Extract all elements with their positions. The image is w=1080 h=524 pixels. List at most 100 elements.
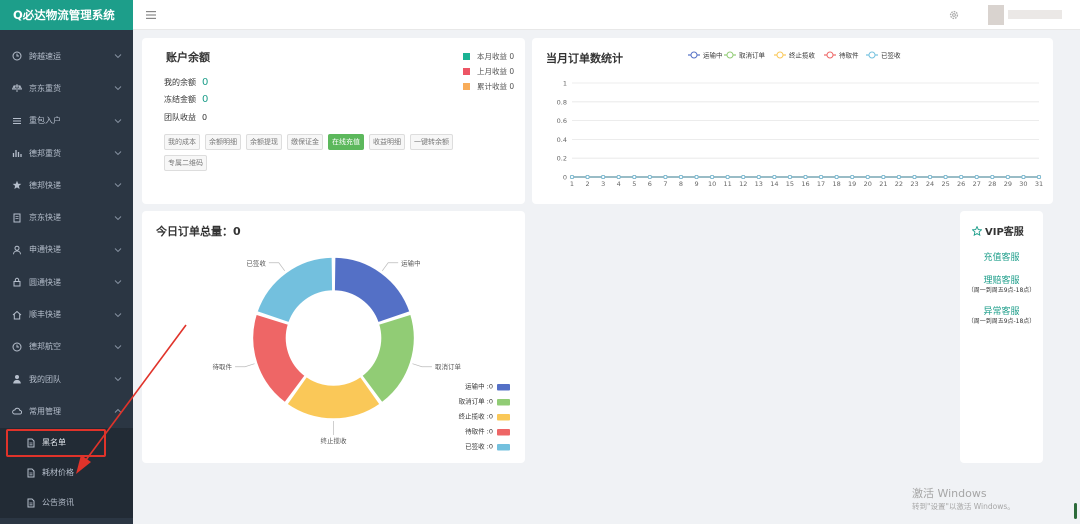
legend-label: 终止揽收 :0	[459, 412, 493, 421]
file-icon	[27, 468, 35, 478]
legend-item[interactable]: 终止揽收 :0	[459, 412, 510, 421]
scrollbar-thumb[interactable]	[1074, 503, 1077, 519]
avatar[interactable]	[988, 5, 1004, 25]
legend-item[interactable]: 已签收 :0	[465, 442, 510, 451]
data-point	[896, 174, 901, 180]
windows-activation-hint: 转到"设置"以激活 Windows。	[912, 502, 1015, 511]
legend-label: 待取件	[839, 51, 859, 60]
sidebar-item[interactable]: 京东重货	[0, 72, 133, 104]
data-point	[1021, 174, 1026, 180]
donut-slice[interactable]	[256, 256, 334, 324]
data-point	[912, 174, 917, 180]
legend-item[interactable]: 取消订单	[724, 51, 766, 60]
x-tick-label: 8	[679, 180, 683, 188]
recharge-service-link[interactable]: 充值客服	[960, 250, 1043, 263]
sidebar-item[interactable]: 德邦航空	[0, 331, 133, 363]
data-point	[834, 174, 839, 180]
x-tick-label: 10	[708, 180, 716, 188]
monthly-line-chart: 00.20.40.60.811 2 3 4 5 6 7 8 9 10 11 12 13 14 15 16 17 1…	[557, 51, 1043, 189]
legend-this-month: 本月收益 0	[463, 51, 514, 62]
app-title: Q必达物流管理系统	[0, 0, 133, 30]
gear-icon[interactable]	[948, 9, 960, 21]
x-tick-label: 17	[817, 180, 825, 188]
sidebar-item-label: 重包入户	[29, 116, 61, 126]
data-point	[959, 174, 964, 180]
chevron-down-icon	[114, 151, 122, 156]
frozen-row: 冻结金额 0	[164, 94, 208, 105]
data-point	[663, 174, 668, 180]
x-tick-label: 13	[755, 180, 763, 188]
legend-total: 累计收益 0	[463, 81, 514, 92]
legend-item[interactable]: 运输中	[688, 51, 723, 60]
account-action-button[interactable]: 余额提现	[246, 134, 282, 150]
legend-swatch	[497, 414, 510, 421]
label-leader-line	[268, 262, 285, 272]
account-action-button[interactable]: 我的成本	[164, 134, 200, 150]
legend-swatch	[497, 444, 510, 451]
chevron-down-icon	[114, 248, 122, 253]
bar-chart-icon	[12, 150, 22, 158]
legend-item[interactable]: 终止揽收	[774, 51, 816, 60]
legend-label: 运输中	[703, 51, 723, 60]
x-tick-label: 27	[973, 180, 981, 188]
sidebar-subitem-label: 公告资讯	[42, 498, 74, 508]
account-action-button[interactable]: 专属二维码	[164, 155, 207, 171]
data-point	[710, 174, 715, 180]
legend-marker	[690, 51, 698, 59]
chevron-up-icon	[114, 409, 122, 414]
y-tick-label: 0.6	[557, 117, 567, 125]
x-tick-label: 18	[832, 180, 840, 188]
team-income-value: 0	[202, 113, 208, 122]
donut-slice[interactable]	[333, 256, 411, 324]
sidebar-item[interactable]: 德邦快递	[0, 169, 133, 201]
x-tick-label: 11	[724, 180, 732, 188]
sidebar-item[interactable]: 重包入户	[0, 105, 133, 137]
sidebar-subitem[interactable]: 公告资讯	[0, 488, 133, 518]
sidebar-item[interactable]: 常用管理	[0, 395, 133, 427]
legend-item[interactable]: 取消订单 :0	[459, 397, 510, 406]
data-point	[787, 174, 792, 180]
account-action-button[interactable]: 余额明细	[205, 134, 241, 150]
sidebar-item[interactable]: 跨越速运	[0, 40, 133, 72]
legend-item[interactable]: 待取件	[824, 51, 859, 60]
today-donut-chart: 运输中取消订单终止揽收 待取件 已签收运输中 :0 取消订单 :0 终止揽收 :0 待取件…	[213, 256, 510, 451]
data-point	[647, 174, 652, 180]
x-tick-label: 9	[694, 180, 698, 188]
legend-swatch	[463, 83, 470, 90]
sidebar-item[interactable]: 德邦重货	[0, 137, 133, 169]
claims-service-hours: （周一到周五9点-18点）	[967, 287, 1036, 294]
legend-item[interactable]: 运输中 :0	[465, 382, 510, 391]
legend-swatch	[497, 399, 510, 406]
username-blurred[interactable]	[1008, 10, 1062, 19]
sidebar-item[interactable]: 京东快递	[0, 201, 133, 233]
lock-icon	[13, 278, 21, 287]
account-action-button[interactable]: 在线充值	[328, 134, 364, 150]
star-icon	[12, 181, 22, 190]
x-tick-label: 22	[895, 180, 903, 188]
legend-marker	[776, 51, 784, 59]
hamburger-icon[interactable]	[145, 9, 157, 21]
sidebar-item-label: 圆通快递	[29, 277, 61, 287]
document-icon	[13, 213, 21, 223]
data-point	[865, 174, 870, 180]
chevron-down-icon	[114, 377, 122, 382]
sidebar-item[interactable]: 圆通快递	[0, 266, 133, 298]
account-action-button[interactable]: 一键转余额	[410, 134, 453, 150]
account-title: 账户余额	[166, 51, 210, 64]
data-point	[741, 174, 746, 180]
chevron-down-icon	[114, 183, 122, 188]
sidebar-item[interactable]: 申通快递	[0, 234, 133, 266]
x-tick-label: 1	[570, 180, 574, 188]
account-action-button[interactable]: 收益明细	[369, 134, 405, 150]
y-tick-label: 0.8	[557, 98, 567, 106]
legend-item[interactable]: 待取件 :0	[465, 427, 510, 436]
sidebar-item[interactable]: 顺丰快递	[0, 298, 133, 330]
today-orders-card: 今日订单总量：0 运输中 取消订单 终止揽收 待取件 已签收 运输中 :0 取消订单 :0 终…	[142, 211, 525, 463]
legend-item[interactable]: 已签收	[866, 51, 901, 60]
sidebar-item-label: 德邦重货	[29, 148, 61, 158]
account-action-button[interactable]: 缴保证金	[287, 134, 323, 150]
data-point	[927, 174, 933, 180]
sidebar-item[interactable]: 我的团队	[0, 363, 133, 395]
legend-label: 取消订单	[739, 51, 766, 60]
sidebar-subitem[interactable]: 耗材价格	[0, 458, 133, 488]
